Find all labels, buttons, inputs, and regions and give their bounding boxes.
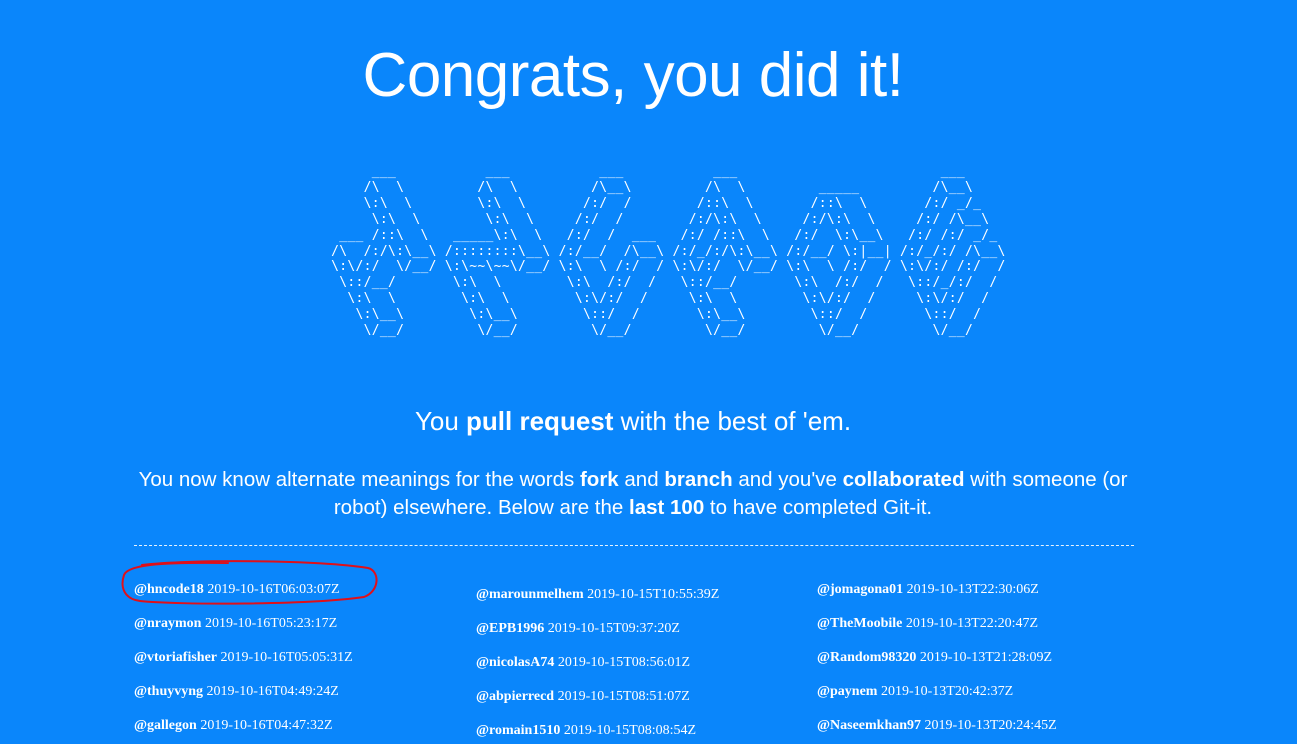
timestamp: 2019-10-13T20:42:37Z [880,684,1014,699]
user-link[interactable]: @thuyvyng [134,684,203,699]
list-item: @Random98320 2019-10-13T21:28:09Z [817,650,1052,666]
description-text: and you've [732,468,843,491]
timestamp: 2019-10-16T04:49:24Z [206,684,339,699]
user-link[interactable]: @romain1510 [476,723,560,738]
user-link[interactable]: @marounmelhem [476,587,584,602]
tagline: You pull request with the best of 'em. [0,406,1266,437]
dashed-divider [134,545,1134,546]
timestamp: 2019-10-15T09:37:20Z [547,621,680,636]
description-bold: last 100 [629,496,705,519]
user-link[interactable]: @TheMoobile [817,616,902,631]
timestamp: 2019-10-15T10:55:39Z [587,587,720,602]
description-text: to have completed Git-it. [704,496,933,519]
page: Congrats, you did it! ___ ___ ___ ___ __… [0,0,1297,744]
timestamp: 2019-10-15T08:56:01Z [557,655,691,670]
red-circle-annotation [121,560,378,605]
user-link[interactable]: @vtoriafisher [134,650,217,665]
list-item: @EPB1996 2019-10-15T09:37:20Z [476,621,680,637]
list-item: @nraymon 2019-10-16T05:23:17Z [134,616,337,632]
timestamp: 2019-10-16T04:47:32Z [200,718,333,733]
user-link[interactable]: @Naseemkhan97 [817,718,921,733]
description-bold: fork [579,468,619,491]
user-link[interactable]: @paynem [817,684,877,699]
description-text: and [618,468,665,491]
list-item: @abpierrecd 2019-10-15T08:51:07Z [476,689,690,705]
timestamp: 2019-10-16T05:05:31Z [220,650,353,665]
timestamp: 2019-10-13T20:24:45Z [924,718,1057,733]
user-link[interactable]: @jomagona01 [817,582,903,597]
list-item: @Naseemkhan97 2019-10-13T20:24:45Z [817,718,1057,734]
timestamp: 2019-10-13T22:30:06Z [906,582,1039,597]
timestamp: 2019-10-13T21:28:09Z [919,650,1053,665]
list-item: @TheMoobile 2019-10-13T22:20:47Z [817,616,1038,632]
list-item: @romain1510 2019-10-15T08:08:54Z [476,723,696,739]
timestamp: 2019-10-15T08:51:07Z [557,689,690,704]
timestamp: 2019-10-16T05:23:17Z [204,616,338,631]
user-link[interactable]: @nicolasA74 [476,655,554,670]
user-link[interactable]: @gallegon [134,718,197,733]
ascii-art-banner: ___ ___ ___ ___ ___ /\ \ /\ \ /\__\ /\ \… [331,164,1006,339]
tagline-bold: pull request [466,406,614,436]
tagline-text-before: You [414,406,467,436]
timestamp: 2019-10-13T22:20:47Z [905,616,1039,631]
tagline-text-after: with the best of 'em. [613,406,852,436]
list-item: @paynem 2019-10-13T20:42:37Z [817,684,1013,700]
description-bold: branch [664,468,733,491]
timestamp: 2019-10-15T08:08:54Z [563,723,697,738]
list-item: @vtoriafisher 2019-10-16T05:05:31Z [134,650,353,666]
page-title: Congrats, you did it! [362,41,904,110]
description: You now know alternate meanings for the … [133,466,1133,522]
list-item: @thuyvyng 2019-10-16T04:49:24Z [134,684,339,700]
list-item: @marounmelhem 2019-10-15T10:55:39Z [476,587,719,603]
description-text: You now know alternate meanings for the … [138,468,580,491]
user-link[interactable]: @abpierrecd [476,689,554,704]
list-item: @jomagona01 2019-10-13T22:30:06Z [817,582,1039,598]
description-bold: collaborated [842,468,965,491]
user-link[interactable]: @EPB1996 [476,621,544,636]
user-link[interactable]: @Random98320 [817,650,916,665]
user-link[interactable]: @nraymon [134,616,201,631]
list-item: @nicolasA74 2019-10-15T08:56:01Z [476,655,690,671]
list-item: @gallegon 2019-10-16T04:47:32Z [134,718,333,734]
